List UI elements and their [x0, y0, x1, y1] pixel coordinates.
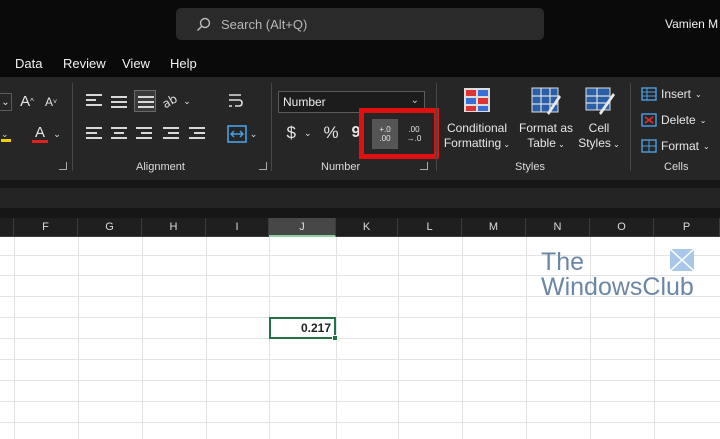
column-header-i[interactable]: I: [206, 218, 269, 237]
menu-bar: Data Review View Help: [0, 50, 720, 77]
format-cells-icon: [641, 139, 657, 153]
format-button[interactable]: Format ⌄: [641, 139, 710, 153]
title-bar: Search (Alt+Q) Vamien M: [0, 0, 720, 50]
separator: [271, 83, 272, 171]
bottom-align-button[interactable]: [134, 90, 156, 112]
fill-handle[interactable]: [332, 335, 338, 341]
column-header-g[interactable]: G: [78, 218, 142, 237]
font-size-dropdown[interactable]: ⌄: [0, 93, 12, 111]
separator: [436, 83, 437, 171]
column-header-n[interactable]: N: [526, 218, 590, 237]
user-name[interactable]: Vamien M: [665, 17, 718, 31]
decrease-indent-icon[interactable]: [163, 127, 179, 139]
cell-styles-icon: [585, 87, 615, 115]
windows-logo-icon: [670, 249, 694, 271]
cells-group-label: Cells: [664, 161, 689, 173]
fill-color-button[interactable]: ⌄: [0, 125, 14, 145]
svg-text:⌄: ⌄: [1, 130, 9, 140]
column-headers: F G H I J K L M N O P: [0, 218, 720, 237]
svg-text:ab: ab: [163, 93, 180, 109]
increase-indent-icon[interactable]: [189, 127, 205, 139]
search-box[interactable]: Search (Alt+Q): [176, 8, 544, 40]
orientation-icon: ab: [163, 93, 180, 109]
grid-line: [0, 317, 720, 318]
separator: [630, 83, 631, 171]
search-icon: [197, 17, 211, 31]
search-placeholder: Search (Alt+Q): [221, 16, 308, 32]
column-header-l[interactable]: L: [398, 218, 462, 237]
top-align-icon[interactable]: [86, 94, 102, 106]
column-header-p[interactable]: P: [654, 218, 720, 237]
grid-line: [0, 338, 720, 339]
number-dialog-launcher[interactable]: [420, 162, 428, 170]
format-as-table-icon: [531, 87, 561, 115]
column-header-k[interactable]: K: [336, 218, 398, 237]
wrap-text-button[interactable]: [226, 90, 244, 112]
align-center-icon[interactable]: [111, 127, 127, 139]
grid-line: [0, 401, 720, 402]
cell-styles-button[interactable]: Cell Styles ⌄: [576, 121, 622, 152]
chevron-down-icon: ⌄: [410, 95, 419, 106]
highlight-box: [359, 108, 439, 159]
cell-value: 0.217: [300, 321, 331, 335]
number-group-label: Number: [321, 161, 361, 173]
wrap-text-icon: [229, 94, 243, 107]
accounting-format-button[interactable]: $ ⌄: [280, 121, 318, 145]
tab-help[interactable]: Help: [170, 56, 197, 71]
orientation-button[interactable]: ab ⌄: [162, 91, 192, 111]
shrink-font-button[interactable]: A ˅: [43, 93, 59, 111]
number-format-value: Number: [283, 95, 326, 109]
conditional-formatting-icon: [463, 87, 491, 113]
conditional-formatting-button[interactable]: Conditional Formatting ⌄: [442, 121, 512, 152]
grid-line: [0, 359, 720, 360]
font-dialog-launcher[interactable]: [59, 162, 67, 170]
insert-icon: [641, 87, 657, 101]
font-color-dropdown[interactable]: ⌄: [52, 127, 62, 141]
column-header-j[interactable]: J: [269, 218, 336, 237]
middle-align-icon[interactable]: [111, 96, 127, 108]
separator: [72, 83, 73, 171]
column-header-f[interactable]: F: [14, 218, 78, 237]
grow-font-button[interactable]: A ^: [18, 91, 36, 111]
font-color-bar: [32, 140, 48, 143]
column-header-edge: [0, 218, 14, 237]
formula-bar[interactable]: [0, 188, 720, 208]
merge-center-button[interactable]: ⌄: [224, 123, 260, 145]
tab-view[interactable]: View: [122, 56, 150, 71]
alignment-dialog-launcher[interactable]: [259, 162, 267, 170]
percent-style-button[interactable]: %: [320, 121, 342, 145]
formula-bar-area: [0, 180, 720, 218]
insert-button[interactable]: Insert ⌄: [641, 87, 702, 101]
align-right-icon[interactable]: [136, 127, 152, 139]
grid-line: [0, 422, 720, 423]
column-header-m[interactable]: M: [462, 218, 526, 237]
watermark-line2: WindowsClub: [541, 273, 694, 301]
delete-icon: [641, 113, 657, 127]
merge-center-icon: [226, 125, 247, 143]
fill-color-icon: ⌄: [1, 130, 11, 142]
tab-review[interactable]: Review: [63, 56, 106, 71]
ribbon: ⌄ A ^ A ˅ ⌄ A ⌄ ab ⌄ ⌄ Alignment Number ⌄ …: [0, 77, 720, 180]
alignment-group-label: Alignment: [136, 161, 185, 173]
worksheet-grid[interactable]: The WindowsClub 0.217: [0, 237, 720, 439]
styles-group-label: Styles: [515, 161, 545, 173]
active-cell-j[interactable]: 0.217: [269, 317, 338, 341]
column-header-o[interactable]: O: [590, 218, 654, 237]
tab-data[interactable]: Data: [15, 56, 42, 71]
bottom-align-icon: [138, 96, 154, 108]
delete-button[interactable]: Delete ⌄: [641, 113, 706, 127]
font-color-button[interactable]: A: [28, 123, 52, 145]
column-header-h[interactable]: H: [142, 218, 206, 237]
align-left-icon[interactable]: [86, 127, 102, 139]
format-as-table-button[interactable]: Format as Table ⌄: [516, 121, 576, 152]
grid-line: [0, 380, 720, 381]
